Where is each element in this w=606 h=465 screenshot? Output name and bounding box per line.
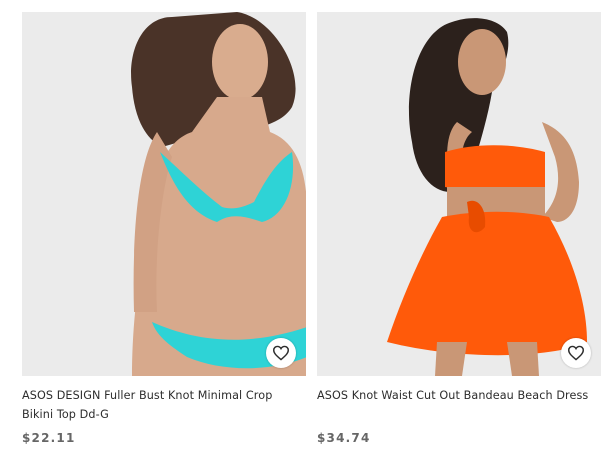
product-price: $22.11: [22, 431, 76, 445]
product-card[interactable]: ASOS DESIGN Fuller Bust Knot Minimal Cro…: [22, 12, 306, 445]
product-title[interactable]: ASOS DESIGN Fuller Bust Knot Minimal Cro…: [22, 386, 306, 424]
product-price: $34.74: [317, 431, 371, 445]
product-image[interactable]: [317, 12, 601, 376]
save-for-later-button[interactable]: [561, 338, 591, 368]
product-photo-bikini: [22, 12, 306, 376]
product-image[interactable]: [22, 12, 306, 376]
heart-outline-icon: [272, 345, 290, 361]
save-for-later-button[interactable]: [266, 338, 296, 368]
heart-outline-icon: [567, 345, 585, 361]
product-photo-dress: [317, 12, 601, 376]
product-title[interactable]: ASOS Knot Waist Cut Out Bandeau Beach Dr…: [317, 386, 601, 405]
product-card[interactable]: ASOS Knot Waist Cut Out Bandeau Beach Dr…: [317, 12, 601, 445]
